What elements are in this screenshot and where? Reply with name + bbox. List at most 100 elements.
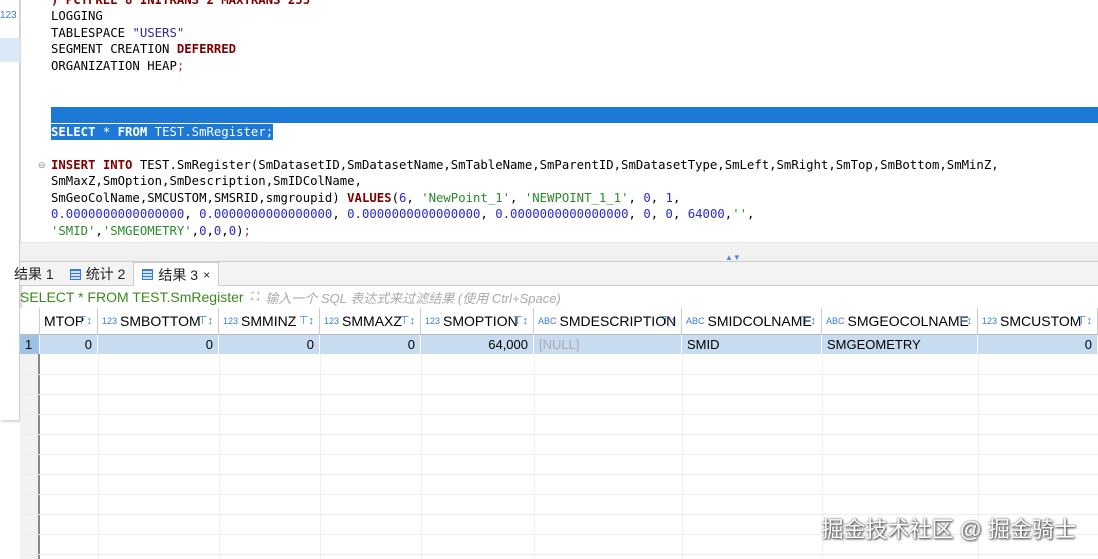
filter-sort-icon[interactable]: ⊤↕ (957, 314, 972, 327)
tab-label: 结果 1 (14, 266, 54, 282)
sql-token: 0.0000000000000000 (495, 207, 629, 221)
column-header-smminz[interactable]: 123 SMMINZ ⊤↕ (219, 308, 320, 335)
grid-line (20, 454, 1098, 455)
column-header-smdescription[interactable]: ABC SMDESCRIPTION ⊤↕ (534, 308, 682, 335)
column-header-mtop[interactable]: MTOP ⊤↕ (40, 308, 98, 335)
table-cell[interactable]: 0 (98, 335, 219, 354)
sql-line: SmMaxZ,SmOption,SmDescription,SmIDColNam… (51, 173, 362, 190)
filter-sort-icon[interactable]: ⊤↕ (513, 314, 528, 327)
sql-token: SEGMENT CREATION (51, 42, 177, 56)
tab-label: 结果 3 (158, 266, 199, 283)
table-cell[interactable]: 0 (40, 335, 98, 354)
sql-token: ORGANIZATION HEAP (51, 58, 177, 73)
collapse-arrows-icon[interactable]: ▲▼ (725, 253, 741, 262)
column-header-smmaxz[interactable]: 123 SMMAXZ ⊤↕ (320, 308, 421, 335)
sql-token: 1 (665, 190, 673, 205)
sql-token: SELECT (51, 124, 96, 139)
column-divider (219, 354, 220, 559)
tab-result-1[interactable]: 结果 1 (6, 262, 62, 286)
sql-token: , (191, 223, 200, 238)
sql-line: SELECT * FROM TEST.SmRegister; (51, 123, 274, 140)
sql-token: , (747, 207, 755, 221)
sql-token: , (332, 207, 348, 221)
results-tabs: 结果 1 统计 2 结果 3 × (14, 262, 1098, 286)
sql-token: LOGGING (51, 9, 103, 23)
sql-token: 'SMID' (51, 223, 96, 238)
expand-icon[interactable]: ⛶ (252, 291, 260, 304)
filter-sort-icon[interactable]: ⊤↕ (400, 314, 415, 327)
table-cell[interactable]: 0 (320, 335, 421, 354)
column-header-smbottom[interactable]: 123 SMBOTTOM ⊤↕ (98, 308, 219, 335)
type-icon: 123 (982, 316, 998, 326)
sql-token: VALUES (347, 190, 392, 205)
tab-label: 统计 2 (85, 266, 126, 282)
fold-icon[interactable]: ⊖ (38, 160, 46, 171)
grid-line (20, 474, 1098, 475)
filter-sort-icon[interactable]: ⊤↕ (661, 314, 676, 327)
sql-token: , (221, 223, 229, 238)
column-header-smoption[interactable]: 123 SMOPTION ⊤↕ (421, 308, 534, 335)
filter-sort-icon[interactable]: ⊤↕ (1077, 314, 1092, 327)
type-icon: 123 (102, 316, 118, 326)
sql-token: 'NEWPOINT_1_1' (524, 190, 629, 205)
table-cell[interactable]: SMID (682, 335, 822, 354)
horizontal-scrollbar[interactable] (20, 242, 1098, 256)
column-name: SMDESCRIPTION (559, 313, 677, 329)
type-icon: 123 (223, 316, 239, 326)
sql-editor[interactable]: ⊖ ) PCTFREE 8 INITRANS 2 MAXTRANS 255 LOG… (20, 0, 1098, 242)
sql-token: 0 (643, 190, 651, 205)
table-cell[interactable]: 0 (978, 335, 1098, 354)
table-cell[interactable]: 0 (219, 335, 320, 354)
sql-token: '' (732, 207, 747, 221)
sql-token: 0.0000000000000000 (199, 207, 333, 221)
sql-token: , (184, 207, 200, 221)
table-cell[interactable]: SMGEOMETRY (822, 335, 978, 354)
sql-token: DEFERRED (176, 42, 237, 56)
close-icon[interactable]: × (203, 268, 210, 282)
filter-sort-icon[interactable]: ⊤↕ (77, 314, 92, 327)
filter-bar: SELECT * FROM TEST.SmRegister ⛶ 输入一个 SQL… (20, 287, 1098, 307)
sql-token: TEST.SmRegister(SmDatasetID,SmDatasetNam… (132, 157, 999, 172)
sql-line: INSERT INTO TEST.SmRegister(SmDatasetID,… (51, 157, 999, 174)
selection-highlight (51, 107, 1098, 123)
column-header-smcustom[interactable]: 123 SMCUSTOM ⊤↕ (978, 308, 1098, 335)
sql-line: SmGeoColName,SMCUSTOM,SMSRID,smgroupid) … (51, 190, 680, 207)
column-name: SMIDCOLNAME (707, 313, 812, 329)
sql-token: , (628, 190, 644, 205)
sql-token: 'NewPoint_1' (421, 190, 511, 205)
filter-input[interactable]: 输入一个 SQL 表达式来过滤结果 (使用 Ctrl+Space) (265, 288, 561, 307)
grid-line (20, 374, 1098, 375)
sql-token: * (95, 124, 118, 139)
tab-result-2[interactable]: 统计 2 (62, 262, 134, 286)
filter-sort-icon[interactable]: ⊤↕ (801, 314, 816, 327)
sql-token: ) (236, 223, 244, 238)
sql-token: SmMaxZ,SmOption,SmDescription,SmIDColNam… (51, 174, 362, 188)
sql-token: ( (391, 190, 399, 205)
sql-line: ORGANIZATION HEAP; (51, 58, 184, 75)
sql-line: SEGMENT CREATION DEFERRED (51, 41, 236, 58)
column-name: SMMAXZ (342, 313, 402, 329)
sql-token: TABLESPACE (51, 25, 133, 40)
selected-item[interactable] (0, 38, 20, 62)
column-header-smgeocolname[interactable]: ABC SMGEOCOLNAME ⊤↕ (822, 308, 978, 335)
column-divider (98, 354, 99, 559)
tab-result-3[interactable]: 结果 3 × (133, 262, 220, 286)
sql-token: , (480, 207, 496, 221)
sql-token: , (95, 223, 103, 238)
filter-sort-icon[interactable]: ⊤↕ (299, 314, 314, 327)
sql-token: SmGeoColName,SMCUSTOM,SMSRID,smgroupid) (51, 190, 348, 205)
sql-line: 0.0000000000000000, 0.0000000000000000, … (51, 206, 754, 223)
grid-line (20, 434, 1098, 435)
sql-line: TABLESPACE "USERS" (51, 25, 184, 42)
column-header-smidcolname[interactable]: ABC SMIDCOLNAME ⊤↕ (682, 308, 822, 335)
column-name: SMOPTION (443, 313, 518, 329)
grid-line (20, 494, 1098, 495)
filter-sort-icon[interactable]: ⊤↕ (198, 314, 213, 327)
sql-token: 'SMGEOMETRY' (102, 223, 192, 238)
row-number[interactable]: 1 (20, 335, 40, 354)
sql-token: , (672, 190, 681, 205)
table-cell[interactable]: 64,000 (421, 335, 534, 354)
sql-token: TEST.SmRegister; (147, 124, 274, 139)
left-panel: 123 (0, 0, 20, 420)
table-cell[interactable]: [NULL] (534, 335, 682, 354)
